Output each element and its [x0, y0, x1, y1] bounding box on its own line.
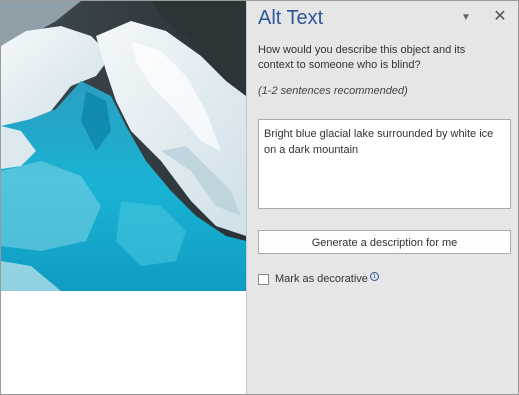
decorative-label[interactable]: Mark as decorative — [275, 273, 368, 285]
alt-text-pane: Alt Text ▼ ✕ How would you describe this… — [246, 1, 518, 394]
chevron-down-icon[interactable]: ▼ — [458, 10, 474, 26]
close-icon[interactable]: ✕ — [492, 9, 508, 25]
window: Alt Text ▼ ✕ How would you describe this… — [0, 0, 519, 395]
pane-title: Alt Text — [258, 7, 324, 29]
description-textarea[interactable]: Bright blue glacial lake surrounded by w… — [258, 119, 511, 209]
info-icon[interactable]: i — [369, 271, 379, 281]
decorative-checkbox[interactable] — [258, 273, 269, 285]
generate-description-button[interactable]: Generate a description for me — [258, 230, 511, 254]
sentence-hint: (1-2 sentences recommended) — [258, 85, 408, 97]
document-area — [1, 1, 246, 394]
decorative-row: Mark as decorative i — [258, 271, 379, 286]
question-text: How would you describe this object and i… — [258, 44, 466, 71]
glacier-image[interactable] — [1, 1, 246, 291]
